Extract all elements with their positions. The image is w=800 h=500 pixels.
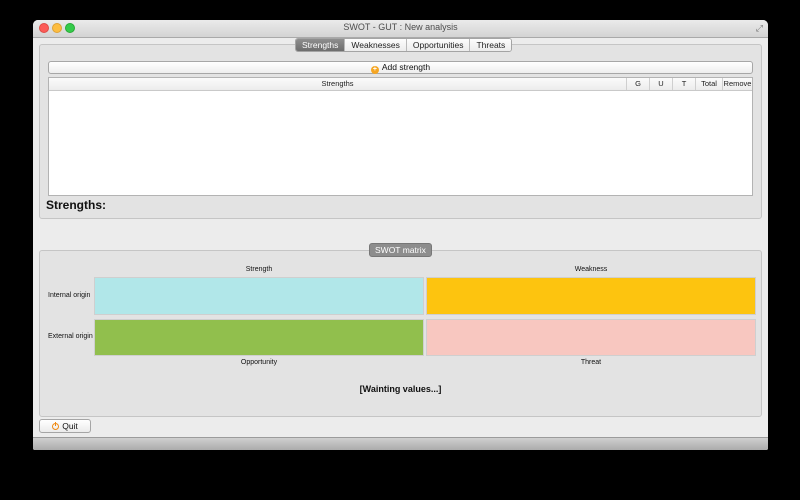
add-strength-label: Add strength: [381, 62, 431, 72]
column-header-t[interactable]: T: [672, 78, 695, 90]
app-window: SWOT - GUT : New analysis ⤢ Strengths We…: [33, 20, 768, 450]
window-bottom-bar: [33, 437, 768, 450]
quit-button[interactable]: Quit: [39, 419, 91, 433]
power-icon: [52, 422, 60, 430]
title-bar: SWOT - GUT : New analysis ⤢: [33, 20, 768, 38]
add-icon: +: [370, 66, 379, 74]
column-header-remove[interactable]: Remove: [722, 78, 752, 90]
fullscreen-icon[interactable]: ⤢: [756, 23, 763, 34]
quit-label: Quit: [62, 421, 78, 431]
tab-weaknesses[interactable]: Weaknesses: [344, 39, 406, 51]
external-origin-label: External origin: [48, 333, 93, 340]
internal-origin-label: Internal origin: [48, 292, 91, 299]
status-message: [Wainting values...]: [359, 384, 442, 394]
strength-column-label: Strength: [245, 266, 273, 273]
strength-quadrant: [94, 277, 424, 315]
tab-strengths[interactable]: Strengths: [296, 39, 345, 51]
swot-matrix-title: SWOT matrix: [369, 243, 432, 257]
table-header: Strengths G U T Total Remove: [49, 78, 752, 91]
threat-quadrant: [426, 319, 756, 356]
weakness-quadrant: [426, 277, 756, 315]
strengths-heading: Strengths:: [46, 198, 106, 212]
weakness-column-label: Weakness: [574, 266, 608, 273]
column-header-total[interactable]: Total: [695, 78, 722, 90]
column-header-u[interactable]: U: [649, 78, 672, 90]
strengths-panel: + Add strength Strengths G U T Total Remo…: [39, 44, 762, 219]
add-strength-button[interactable]: + Add strength: [48, 61, 753, 74]
column-header-strengths[interactable]: Strengths: [49, 78, 626, 90]
column-header-g[interactable]: G: [626, 78, 649, 90]
tab-opportunities[interactable]: Opportunities: [405, 39, 470, 51]
strengths-table[interactable]: Strengths G U T Total Remove: [48, 77, 753, 196]
window-title: SWOT - GUT : New analysis: [343, 22, 458, 32]
threat-column-label: Threat: [580, 359, 602, 366]
opportunity-column-label: Opportunity: [240, 359, 278, 366]
opportunity-quadrant: [94, 319, 424, 356]
swot-matrix-panel: Strength Weakness Internal origin Extern…: [39, 250, 762, 417]
category-tabs: Strengths Weaknesses Opportunities Threa…: [295, 38, 513, 52]
tab-threats[interactable]: Threats: [469, 39, 512, 51]
